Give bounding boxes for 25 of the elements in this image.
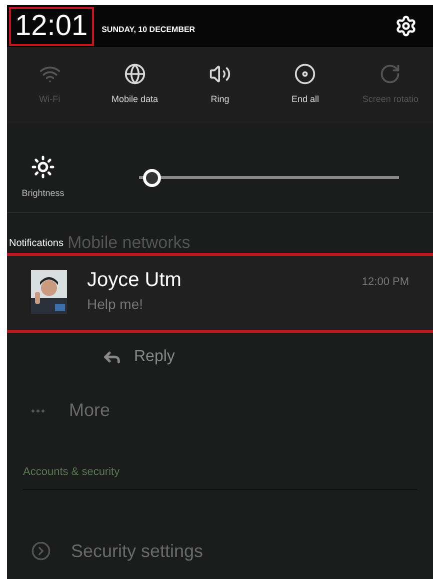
toggle-icon xyxy=(379,63,402,86)
notifications-label: Notifications xyxy=(9,237,64,251)
slider-thumb[interactable] xyxy=(142,168,161,186)
quick-toggle[interactable]: Ring xyxy=(177,47,263,123)
toggle-icon xyxy=(124,63,146,86)
notification-time: 12:00 PM xyxy=(362,275,409,290)
date-label: SUNDAY, 10 DECEMBER xyxy=(102,24,196,36)
list-item-text: Mobile networks xyxy=(67,234,190,251)
toggle-icon xyxy=(294,63,316,86)
security-icon xyxy=(31,541,51,561)
more-item[interactable]: More xyxy=(69,397,110,424)
brightness-icon xyxy=(31,154,55,179)
sender-name: Joyce Utm xyxy=(87,270,182,290)
message-text: Help me! xyxy=(87,295,144,314)
brightness-slider[interactable] xyxy=(139,168,399,186)
notification-card[interactable]: Joyce Utm Help me! 12:00 PM xyxy=(7,253,433,333)
reply-button[interactable]: Reply xyxy=(102,345,175,369)
clock-time: 12:01 xyxy=(9,6,94,46)
section-header: Accounts & security xyxy=(23,464,417,490)
quick-toggle[interactable]: Mobile data xyxy=(92,47,178,123)
settings-icon[interactable] xyxy=(395,15,417,37)
quick-toggle[interactable]: End all xyxy=(262,47,348,123)
security-settings-item[interactable]: Security settings xyxy=(71,538,204,564)
brightness-label: Brightness xyxy=(22,186,64,200)
more-icon xyxy=(31,408,45,412)
